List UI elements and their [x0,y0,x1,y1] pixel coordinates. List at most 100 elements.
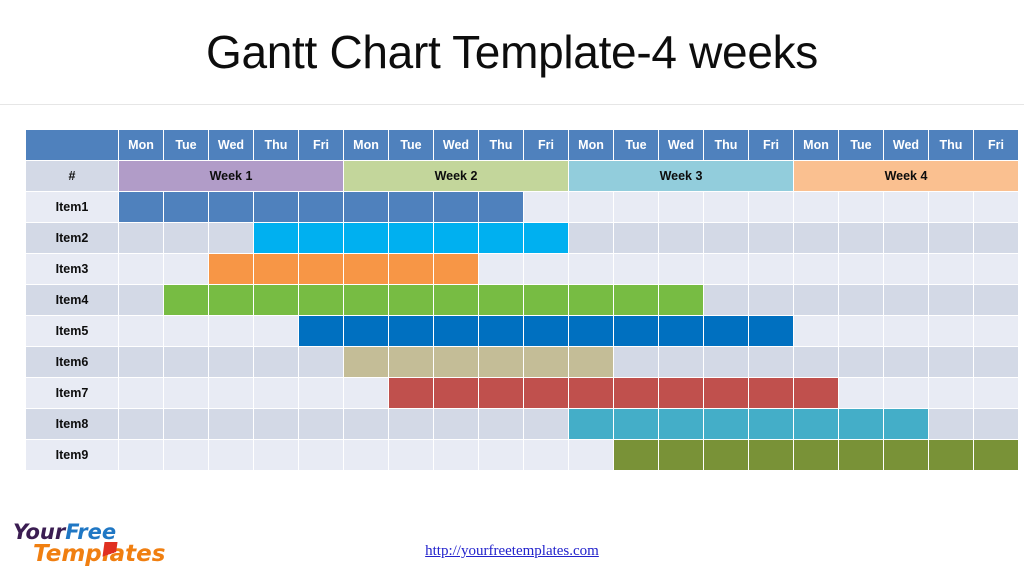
gantt-empty-cell[interactable] [119,440,163,470]
gantt-empty-cell[interactable] [884,347,928,377]
gantt-bar-cell[interactable] [524,285,568,315]
gantt-empty-cell[interactable] [974,192,1018,222]
gantt-empty-cell[interactable] [839,378,883,408]
gantt-empty-cell[interactable] [164,409,208,439]
gantt-empty-cell[interactable] [974,254,1018,284]
gantt-bar-cell[interactable] [479,192,523,222]
gantt-bar-cell[interactable] [794,378,838,408]
gantt-bar-cell[interactable] [614,378,658,408]
gantt-empty-cell[interactable] [254,347,298,377]
gantt-bar-cell[interactable] [254,223,298,253]
gantt-bar-cell[interactable] [569,409,613,439]
gantt-empty-cell[interactable] [974,316,1018,346]
gantt-bar-cell[interactable] [524,223,568,253]
gantt-empty-cell[interactable] [884,192,928,222]
gantt-empty-cell[interactable] [929,378,973,408]
gantt-empty-cell[interactable] [794,223,838,253]
gantt-bar-cell[interactable] [119,192,163,222]
gantt-bar-cell[interactable] [344,192,388,222]
gantt-empty-cell[interactable] [119,254,163,284]
gantt-bar-cell[interactable] [389,192,433,222]
gantt-empty-cell[interactable] [884,223,928,253]
gantt-empty-cell[interactable] [974,409,1018,439]
gantt-empty-cell[interactable] [749,347,793,377]
gantt-bar-cell[interactable] [209,254,253,284]
gantt-bar-cell[interactable] [434,223,478,253]
gantt-bar-cell[interactable] [434,347,478,377]
gantt-empty-cell[interactable] [974,223,1018,253]
gantt-bar-cell[interactable] [839,409,883,439]
gantt-bar-cell[interactable] [794,440,838,470]
gantt-bar-cell[interactable] [344,285,388,315]
gantt-bar-cell[interactable] [704,440,748,470]
gantt-empty-cell[interactable] [524,409,568,439]
gantt-empty-cell[interactable] [254,409,298,439]
gantt-bar-cell[interactable] [659,378,703,408]
gantt-bar-cell[interactable] [344,254,388,284]
gantt-empty-cell[interactable] [119,409,163,439]
gantt-empty-cell[interactable] [524,192,568,222]
gantt-empty-cell[interactable] [299,440,343,470]
gantt-bar-cell[interactable] [299,223,343,253]
gantt-empty-cell[interactable] [749,192,793,222]
gantt-bar-cell[interactable] [479,223,523,253]
gantt-bar-cell[interactable] [479,347,523,377]
gantt-empty-cell[interactable] [929,316,973,346]
gantt-empty-cell[interactable] [974,347,1018,377]
gantt-empty-cell[interactable] [884,285,928,315]
gantt-empty-cell[interactable] [884,254,928,284]
gantt-empty-cell[interactable] [524,254,568,284]
gantt-empty-cell[interactable] [704,347,748,377]
gantt-empty-cell[interactable] [344,378,388,408]
gantt-empty-cell[interactable] [164,347,208,377]
gantt-empty-cell[interactable] [839,223,883,253]
gantt-bar-cell[interactable] [614,316,658,346]
gantt-empty-cell[interactable] [209,347,253,377]
gantt-bar-cell[interactable] [299,254,343,284]
gantt-empty-cell[interactable] [659,347,703,377]
gantt-bar-cell[interactable] [749,378,793,408]
gantt-empty-cell[interactable] [704,254,748,284]
gantt-empty-cell[interactable] [344,440,388,470]
gantt-bar-cell[interactable] [344,223,388,253]
gantt-empty-cell[interactable] [929,347,973,377]
gantt-bar-cell[interactable] [344,347,388,377]
gantt-empty-cell[interactable] [209,440,253,470]
gantt-bar-cell[interactable] [569,316,613,346]
footer-url-link[interactable]: http://yourfreetemplates.com [0,543,1024,560]
gantt-empty-cell[interactable] [569,440,613,470]
gantt-bar-cell[interactable] [614,285,658,315]
gantt-empty-cell[interactable] [794,347,838,377]
gantt-empty-cell[interactable] [929,223,973,253]
gantt-empty-cell[interactable] [659,223,703,253]
gantt-bar-cell[interactable] [704,316,748,346]
gantt-empty-cell[interactable] [794,254,838,284]
gantt-empty-cell[interactable] [659,192,703,222]
gantt-bar-cell[interactable] [884,440,928,470]
gantt-bar-cell[interactable] [254,254,298,284]
gantt-empty-cell[interactable] [119,316,163,346]
gantt-bar-cell[interactable] [569,347,613,377]
gantt-bar-cell[interactable] [164,192,208,222]
gantt-bar-cell[interactable] [569,378,613,408]
gantt-empty-cell[interactable] [614,223,658,253]
gantt-empty-cell[interactable] [839,285,883,315]
gantt-empty-cell[interactable] [839,316,883,346]
gantt-empty-cell[interactable] [839,347,883,377]
gantt-empty-cell[interactable] [299,409,343,439]
gantt-empty-cell[interactable] [164,378,208,408]
gantt-bar-cell[interactable] [524,378,568,408]
gantt-bar-cell[interactable] [299,192,343,222]
gantt-bar-cell[interactable] [254,285,298,315]
gantt-empty-cell[interactable] [749,254,793,284]
gantt-empty-cell[interactable] [254,316,298,346]
gantt-bar-cell[interactable] [884,409,928,439]
gantt-bar-cell[interactable] [749,316,793,346]
gantt-empty-cell[interactable] [704,285,748,315]
gantt-bar-cell[interactable] [749,440,793,470]
gantt-empty-cell[interactable] [929,192,973,222]
gantt-bar-cell[interactable] [434,254,478,284]
gantt-empty-cell[interactable] [614,347,658,377]
gantt-bar-cell[interactable] [569,285,613,315]
gantt-bar-cell[interactable] [479,316,523,346]
